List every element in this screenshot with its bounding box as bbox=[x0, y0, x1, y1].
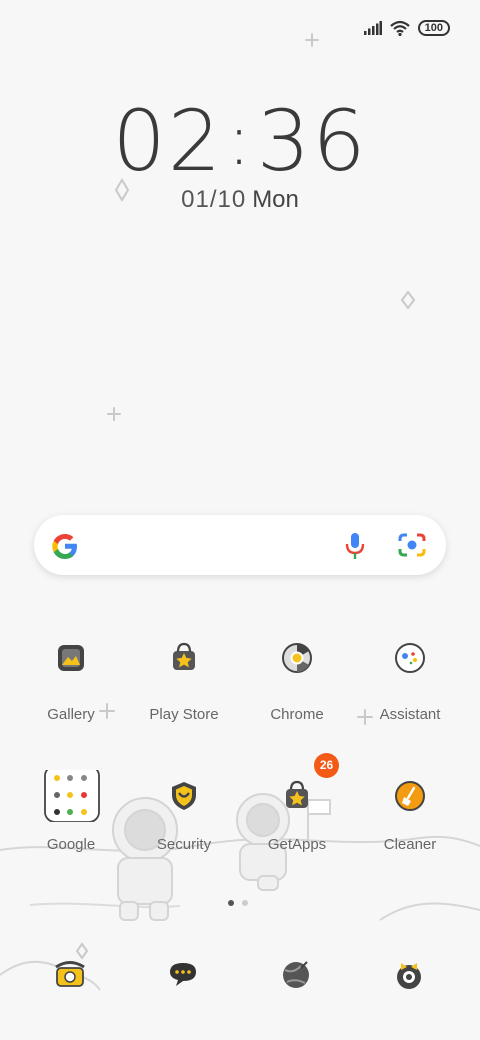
app-label: GetApps bbox=[267, 836, 327, 853]
signal-icon bbox=[363, 21, 382, 35]
app-getapps[interactable]: GetApps bbox=[237, 770, 357, 853]
app-assistant[interactable]: Assistant bbox=[350, 632, 470, 723]
app-label: Cleaner bbox=[383, 836, 437, 853]
clock-hour: 02 bbox=[112, 92, 224, 190]
app-cleaner[interactable]: Cleaner bbox=[350, 770, 470, 853]
app-label: Chrome bbox=[270, 706, 324, 723]
page-dot bbox=[242, 900, 248, 906]
app-folder-google[interactable]: Google bbox=[11, 770, 131, 853]
assistant-icon bbox=[395, 643, 425, 673]
app-label: Google bbox=[46, 836, 96, 853]
phone-icon[interactable] bbox=[45, 950, 95, 1000]
google-g-icon bbox=[52, 534, 77, 559]
status-bar: 100 bbox=[363, 18, 450, 38]
app-play-store[interactable]: Play Store bbox=[124, 632, 244, 723]
app-gallery[interactable]: Gallery bbox=[11, 632, 131, 723]
app-label: Gallery bbox=[47, 706, 95, 723]
wifi-icon bbox=[389, 20, 410, 36]
page-indicator bbox=[228, 900, 248, 906]
notification-badge: 26 bbox=[314, 753, 339, 778]
getapps-icon bbox=[286, 780, 308, 808]
page-dot-active bbox=[228, 900, 234, 906]
microphone-icon[interactable] bbox=[344, 531, 366, 561]
google-lens-icon[interactable] bbox=[398, 532, 426, 558]
app-label: Play Store bbox=[149, 706, 219, 723]
google-search-bar[interactable] bbox=[34, 515, 446, 575]
play-store-icon bbox=[173, 642, 195, 670]
browser-globe-icon[interactable] bbox=[271, 950, 321, 1000]
chrome-icon bbox=[282, 643, 312, 673]
date-display[interactable]: 01/10 Mon bbox=[0, 186, 480, 214]
messages-icon[interactable] bbox=[158, 950, 208, 1000]
app-label: Security bbox=[156, 836, 212, 853]
app-label: Assistant bbox=[379, 706, 441, 723]
clock-minute: 36 bbox=[256, 92, 368, 190]
folder-icon bbox=[44, 770, 100, 822]
cleaner-broom-icon bbox=[395, 781, 425, 811]
security-shield-icon bbox=[172, 782, 196, 810]
day-of-week: Mon bbox=[252, 186, 299, 213]
app-security[interactable]: Security bbox=[124, 770, 244, 853]
camera-icon[interactable] bbox=[384, 950, 434, 1000]
clock-separator: : bbox=[227, 99, 253, 181]
date-text: 01/10 bbox=[181, 186, 247, 213]
app-chrome[interactable]: Chrome bbox=[237, 632, 357, 723]
lockscreen-clock[interactable]: 02:36 bbox=[0, 92, 480, 190]
battery-indicator: 100 bbox=[417, 20, 450, 36]
gallery-icon bbox=[58, 645, 84, 671]
dock bbox=[0, 950, 480, 1010]
